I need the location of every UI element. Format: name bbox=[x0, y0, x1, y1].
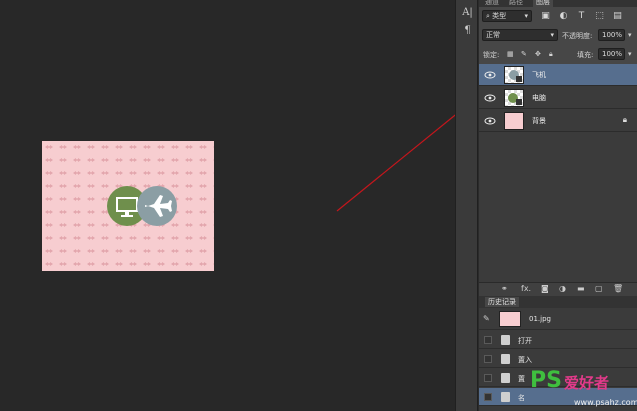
document-icon bbox=[501, 373, 510, 383]
panel-tabs: 通道 路径 图层 bbox=[479, 0, 637, 7]
history-item[interactable]: 置入 bbox=[479, 350, 637, 368]
document-icon bbox=[501, 354, 510, 364]
layer-filter-kind-select[interactable]: ⌕ 类型 ▾ bbox=[482, 10, 532, 22]
lock-label: 锁定: bbox=[483, 51, 500, 59]
opacity-input[interactable]: 100% bbox=[598, 29, 625, 41]
layer-row-background[interactable]: 背景 🔒︎ bbox=[479, 110, 637, 132]
opacity-label: 不透明度: bbox=[562, 32, 593, 40]
history-source-checkbox[interactable] bbox=[484, 393, 492, 401]
snapshot-name: 01.jpg bbox=[529, 315, 551, 323]
layer-row-computer[interactable]: 电脑 bbox=[479, 87, 637, 109]
search-icon: ⌕ bbox=[486, 12, 490, 20]
filter-smart-object-icon[interactable]: ▤ bbox=[612, 11, 623, 22]
layer-row-airplane[interactable]: 飞机 bbox=[479, 64, 637, 86]
history-item-label: 名 bbox=[518, 394, 525, 402]
chevron-down-icon: ▾ bbox=[524, 12, 528, 20]
blend-mode-select[interactable]: 正常 ▾ bbox=[482, 29, 558, 41]
mask-icon[interactable]: ◙ bbox=[541, 284, 549, 293]
history-source-checkbox[interactable] bbox=[484, 355, 492, 363]
group-icon[interactable]: ▬ bbox=[577, 284, 585, 293]
filter-pixel-icon[interactable]: ▣ bbox=[540, 11, 551, 22]
document-icon bbox=[501, 335, 510, 345]
fill-input[interactable]: 100% bbox=[598, 48, 625, 60]
eye-icon[interactable] bbox=[484, 93, 496, 103]
layer-tools-bar: ⚭ fx. ◙ ◑ ▬ ▢ 🗑︎ bbox=[479, 282, 637, 296]
lock-move-icon[interactable]: ✥ bbox=[535, 50, 541, 58]
history-panel-header: 历史记录 bbox=[479, 296, 637, 308]
history-item-label: 置 bbox=[518, 375, 525, 383]
watermark-cn: 爱好者 bbox=[564, 374, 610, 392]
layers-list: 飞机 电脑 背景 🔒︎ bbox=[479, 64, 637, 282]
history-source-checkbox[interactable] bbox=[484, 336, 492, 344]
history-snapshot[interactable]: ✎ 01.jpg bbox=[479, 308, 637, 330]
site-watermark: PS 爱好者 www.psahz.com bbox=[530, 368, 637, 411]
history-item-label: 置入 bbox=[518, 356, 532, 364]
eye-icon[interactable] bbox=[484, 116, 496, 126]
watermark-url: www.psahz.com bbox=[574, 398, 637, 407]
document-artwork bbox=[42, 141, 214, 271]
lock-all-icon[interactable]: 🔒︎ bbox=[549, 50, 553, 59]
layers-panel: 通道 路径 图层 ⌕ 类型 ▾ ▣ ◐ T ⬚ ▤ 正常 ▾ 不透明度: 100… bbox=[479, 0, 637, 411]
trash-icon[interactable]: 🗑︎ bbox=[613, 284, 623, 293]
document-icon bbox=[501, 392, 510, 402]
layer-thumbnail bbox=[504, 89, 524, 107]
document-canvas-area[interactable] bbox=[0, 0, 455, 411]
adjustment-icon[interactable]: ◑ bbox=[559, 284, 566, 293]
filter-kind-label: 类型 bbox=[492, 12, 507, 20]
filter-type-icon[interactable]: T bbox=[576, 11, 587, 22]
fill-label: 填充: bbox=[577, 51, 594, 59]
history-brush-icon[interactable]: ✎ bbox=[483, 314, 490, 323]
opacity-arrow-icon[interactable]: ▾ bbox=[628, 31, 632, 39]
lock-icon: 🔒︎ bbox=[622, 115, 627, 124]
tab-layers[interactable]: 图层 bbox=[533, 0, 553, 7]
airplane-icon-circle bbox=[137, 186, 177, 226]
layer-thumbnail bbox=[504, 112, 524, 130]
document-image[interactable] bbox=[42, 141, 214, 271]
snapshot-thumbnail bbox=[499, 311, 521, 327]
chevron-down-icon: ▾ bbox=[550, 31, 554, 39]
layer-name[interactable]: 背景 bbox=[532, 116, 546, 126]
fill-arrow-icon[interactable]: ▾ bbox=[628, 50, 632, 58]
fx-icon[interactable]: fx. bbox=[521, 284, 531, 293]
eye-icon[interactable] bbox=[484, 70, 496, 80]
history-source-checkbox[interactable] bbox=[484, 374, 492, 382]
collapsed-panel-strip: A| ¶ bbox=[455, 0, 478, 411]
character-panel-icon[interactable]: A| bbox=[460, 6, 475, 19]
filter-adjustment-icon[interactable]: ◐ bbox=[558, 11, 569, 22]
layer-name[interactable]: 电脑 bbox=[532, 93, 546, 103]
history-item-label: 打开 bbox=[518, 337, 532, 345]
history-item[interactable]: 打开 bbox=[479, 331, 637, 349]
lock-brush-icon[interactable]: ✎ bbox=[521, 50, 527, 58]
layer-thumbnail bbox=[504, 66, 524, 84]
filter-shape-icon[interactable]: ⬚ bbox=[594, 11, 605, 22]
tab-channels[interactable]: 通道 bbox=[485, 0, 499, 7]
watermark-brand: PS bbox=[530, 368, 562, 393]
layer-name[interactable]: 飞机 bbox=[532, 70, 546, 80]
blend-mode-value: 正常 bbox=[486, 31, 500, 39]
paragraph-panel-icon[interactable]: ¶ bbox=[460, 24, 475, 37]
new-layer-icon[interactable]: ▢ bbox=[595, 284, 603, 293]
link-icon[interactable]: ⚭ bbox=[501, 284, 508, 293]
tab-paths[interactable]: 路径 bbox=[509, 0, 523, 7]
lock-transparent-icon[interactable]: ▦ bbox=[507, 50, 514, 58]
history-tab[interactable]: 历史记录 bbox=[485, 297, 519, 307]
